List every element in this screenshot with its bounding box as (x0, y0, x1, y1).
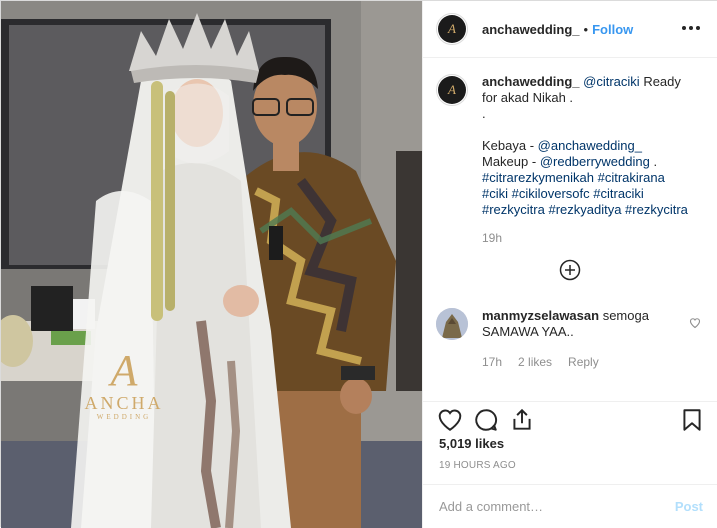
caption-body: anchawedding_ @citraciki Ready for akad … (482, 74, 697, 246)
caption-username[interactable]: anchawedding_ (482, 74, 580, 89)
post-photo[interactable]: A ANCHA WEDDING (1, 1, 422, 528)
add-comment-bar: Post (423, 484, 717, 528)
watermark-brand: ANCHA (84, 393, 164, 413)
comments-section[interactable]: A anchawedding_ @citraciki Ready for aka… (423, 58, 717, 401)
reply-button[interactable]: Reply (568, 354, 599, 370)
comment-age[interactable]: 17h (482, 354, 502, 370)
likes-count[interactable]: 5,019 likes (439, 436, 504, 451)
comment-like-heart-icon[interactable] (689, 317, 701, 332)
author-username[interactable]: anchawedding_ (482, 22, 580, 37)
comment-meta: 17h 2 likes Reply (482, 354, 682, 370)
watermark-subtitle: WEDDING (96, 413, 152, 421)
makeup-mention[interactable]: @redberrywedding (540, 154, 650, 169)
post-header: A anchawedding_ • Follow (423, 1, 717, 58)
photo-watermark: A ANCHA WEDDING (69, 346, 179, 422)
makeup-label: Makeup - (482, 154, 540, 169)
commenter-username[interactable]: manmyzselawasan (482, 308, 599, 323)
kebaya-mention[interactable]: @anchawedding_ (538, 138, 642, 153)
caption: A anchawedding_ @citraciki Ready for aka… (436, 74, 703, 246)
hashtags-line-3[interactable]: #rezkycitra #rezkyaditya #rezkycitra (482, 202, 697, 218)
watermark-monogram: A (110, 346, 138, 395)
wedding-photo-illustration (1, 1, 422, 528)
hashtags-line-1[interactable]: #citrarezkymenikah #citrakirana (482, 170, 697, 186)
post-comment-button[interactable]: Post (675, 499, 703, 514)
caption-avatar[interactable]: A (436, 74, 468, 106)
caption-dot-line: . (482, 106, 486, 121)
kebaya-label: Kebaya - (482, 138, 538, 153)
caption-mention[interactable]: @citraciki (583, 74, 640, 89)
more-horizontal-icon[interactable] (679, 16, 703, 40)
comment-body: manmyzselawasan semoga SAMAWA YAA.. 17h … (482, 308, 682, 370)
instagram-post: A ANCHA WEDDING A anchawedding_ • Follow (0, 0, 717, 528)
hashtags-line-2[interactable]: #ciki #cikiloversofc #citraciki (482, 186, 697, 202)
plus-circle-icon[interactable] (559, 259, 581, 281)
commenter-avatar[interactable] (436, 308, 468, 340)
follow-button[interactable]: Follow (592, 22, 633, 37)
action-bar (423, 401, 717, 441)
makeup-end: . (649, 154, 658, 169)
share-icon[interactable] (509, 407, 535, 433)
comment-likes[interactable]: 2 likes (518, 354, 552, 370)
comment-input[interactable] (439, 499, 675, 514)
post-timestamp[interactable]: 19 HOURS AGO (439, 460, 516, 471)
caption-age[interactable]: 19h (482, 230, 697, 246)
bookmark-icon[interactable] (679, 407, 705, 433)
comment-item: manmyzselawasan semoga SAMAWA YAA.. 17h … (436, 308, 706, 370)
post-side-panel: A anchawedding_ • Follow A anchawedding_… (422, 1, 717, 528)
comment-icon[interactable] (473, 407, 499, 433)
header-separator: • (583, 21, 589, 37)
author-avatar[interactable]: A (436, 13, 468, 45)
heart-icon[interactable] (437, 407, 463, 433)
